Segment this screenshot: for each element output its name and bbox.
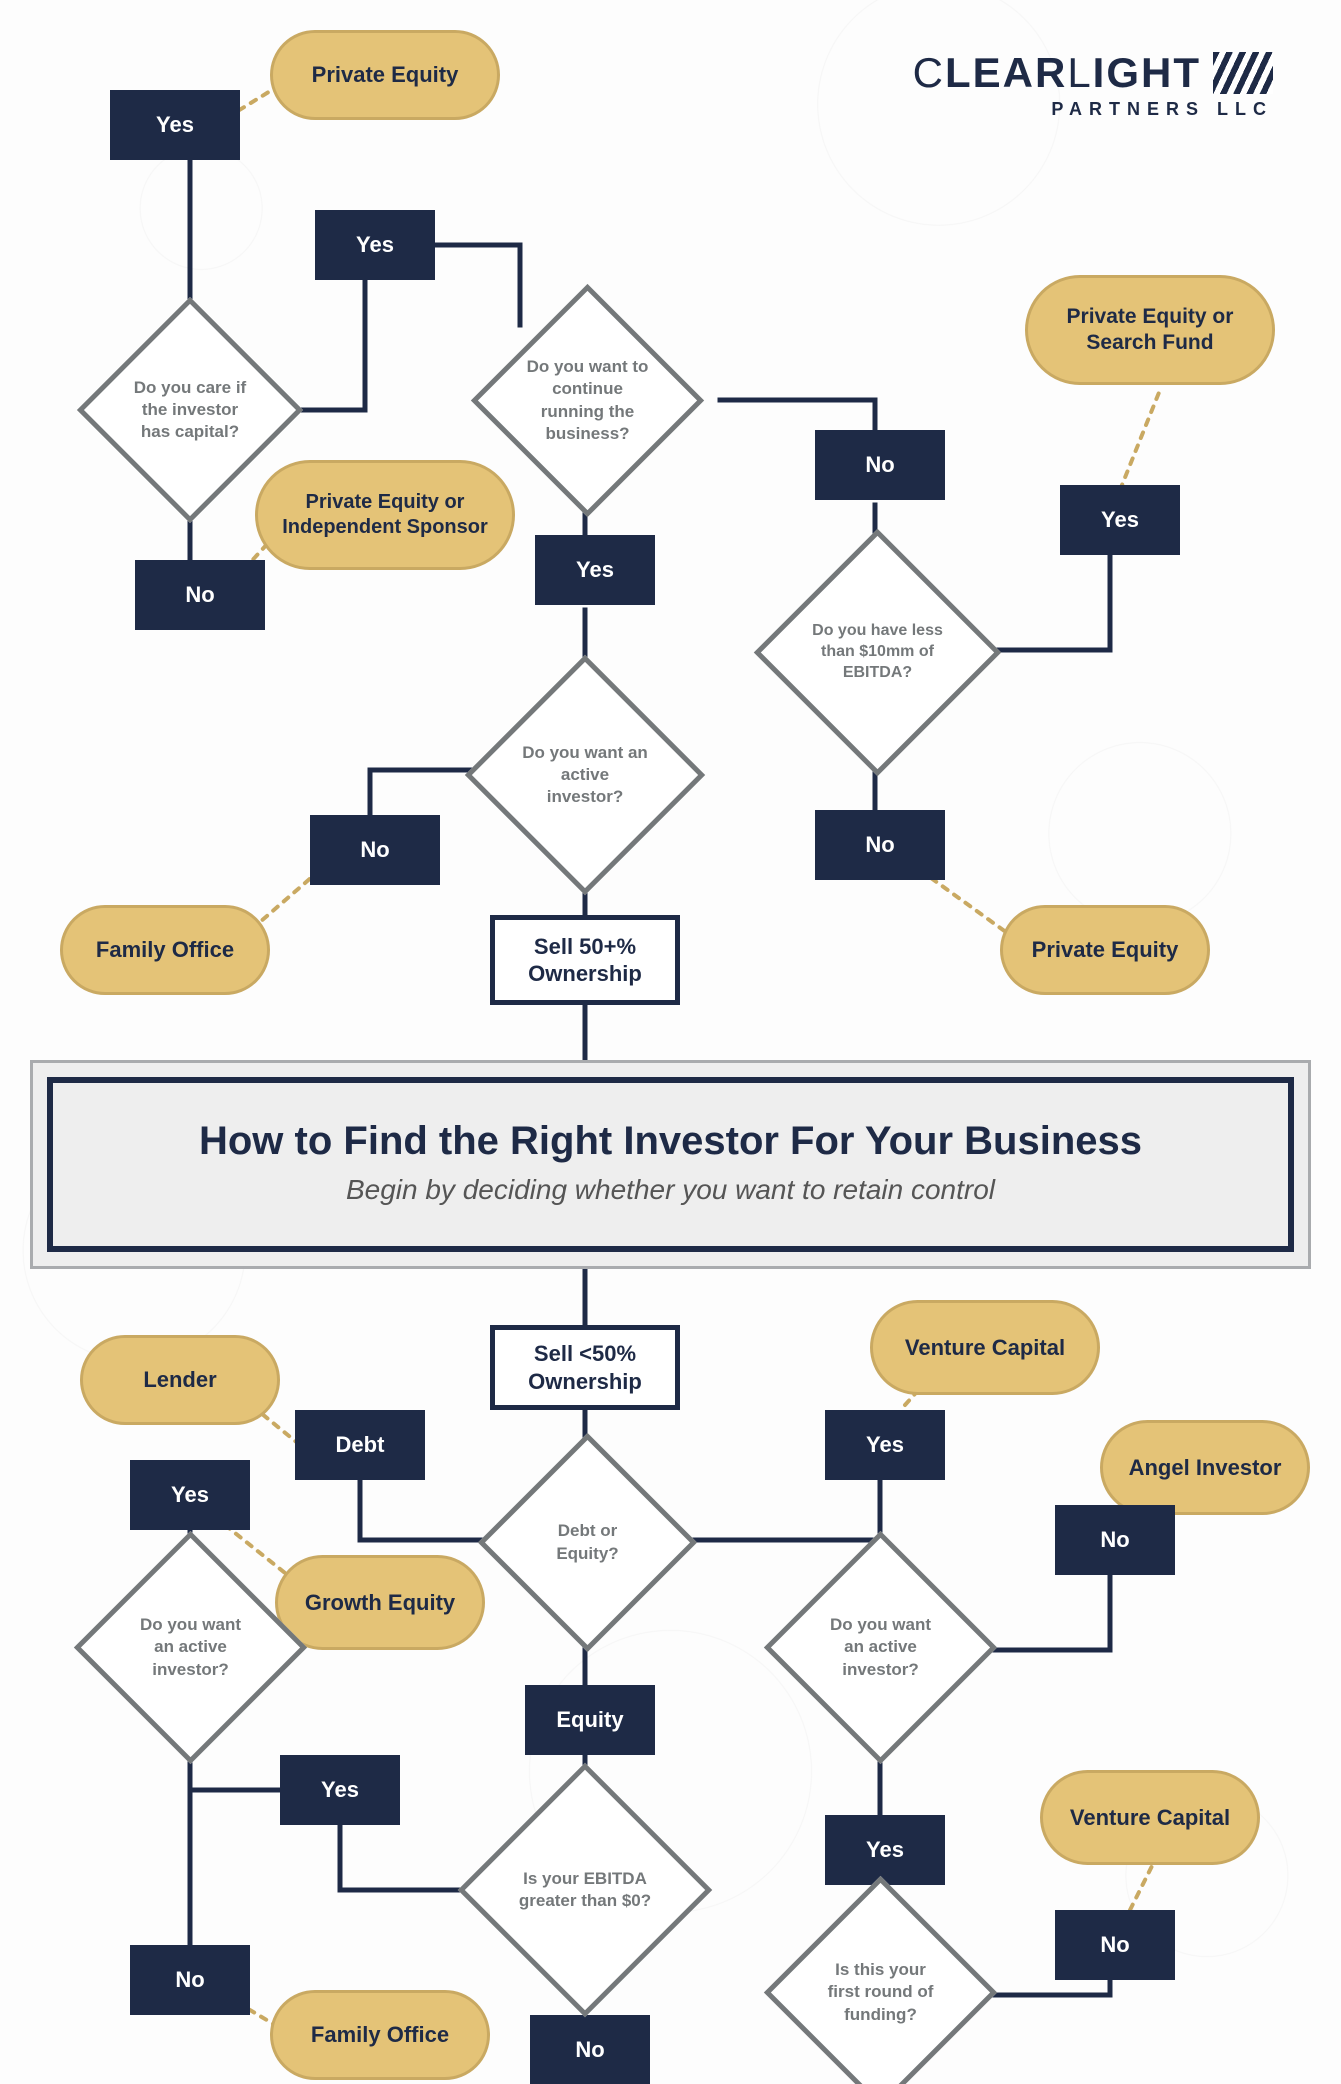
answer-yes: Yes <box>825 1410 945 1480</box>
outcome-family-office-2: Family Office <box>270 1990 490 2080</box>
answer-yes: Yes <box>825 1815 945 1885</box>
outcome-private-equity: Private Equity <box>270 30 500 120</box>
decision-debt-or-equity: Debt or Equity? <box>510 1465 665 1620</box>
answer-no: No <box>815 810 945 880</box>
answer-no: No <box>530 2015 650 2084</box>
outcome-family-office: Family Office <box>60 905 270 995</box>
decision-active-investor-right: Do you want an active investor? <box>798 1565 963 1730</box>
outcome-growth-equity: Growth Equity <box>275 1555 485 1650</box>
answer-no: No <box>1055 1505 1175 1575</box>
outcome-private-equity-right: Private Equity <box>1000 905 1210 995</box>
node-sell-minority: Sell <50% Ownership <box>490 1325 680 1410</box>
answer-no: No <box>135 560 265 630</box>
decision-continue-running: Do you want to continue running the busi… <box>505 318 670 483</box>
logo-subtitle: PARTNERS LLC <box>913 100 1273 118</box>
decision-care-capital: Do you care if the investor has capital? <box>110 330 270 490</box>
outcome-pe-or-independent: Private Equity or Independent Sponsor <box>255 460 515 570</box>
outcome-lender: Lender <box>80 1335 280 1425</box>
outcome-venture-capital-2: Venture Capital <box>1040 1770 1260 1865</box>
outcome-angel-investor: Angel Investor <box>1100 1420 1310 1515</box>
title-card: How to Find the Right Investor For Your … <box>30 1060 1311 1269</box>
answer-no: No <box>130 1945 250 2015</box>
logo-mark-icon <box>1213 52 1273 94</box>
outcome-venture-capital: Venture Capital <box>870 1300 1100 1395</box>
node-sell-majority: Sell 50+% Ownership <box>490 915 680 1005</box>
answer-no: No <box>1055 1910 1175 1980</box>
decision-active-investor: Do you want an active investor? <box>500 690 670 860</box>
answer-no: No <box>815 430 945 500</box>
decision-first-round: Is this your first round of funding? <box>798 1910 963 2075</box>
brand-logo: CLEARLIGHT PARTNERS LLC <box>913 52 1273 118</box>
outcome-pe-or-search: Private Equity or Search Fund <box>1025 275 1275 385</box>
page-title: How to Find the Right Investor For Your … <box>73 1119 1268 1164</box>
page-subtitle: Begin by deciding whether you want to re… <box>73 1174 1268 1206</box>
answer-no: No <box>310 815 440 885</box>
decision-active-investor-left: Do you want an active investor? <box>108 1565 273 1730</box>
answer-debt: Debt <box>295 1410 425 1480</box>
decision-ebitda-gt-0: Is your EBITDA greater than $0? <box>495 1800 675 1980</box>
answer-yes: Yes <box>130 1460 250 1530</box>
answer-yes: Yes <box>315 210 435 280</box>
answer-yes: Yes <box>110 90 240 160</box>
decision-less-10mm-ebitda: Do you have less than $10mm of EBITDA? <box>790 565 965 740</box>
answer-yes: Yes <box>1060 485 1180 555</box>
answer-yes: Yes <box>280 1755 400 1825</box>
answer-equity: Equity <box>525 1685 655 1755</box>
answer-yes: Yes <box>535 535 655 605</box>
